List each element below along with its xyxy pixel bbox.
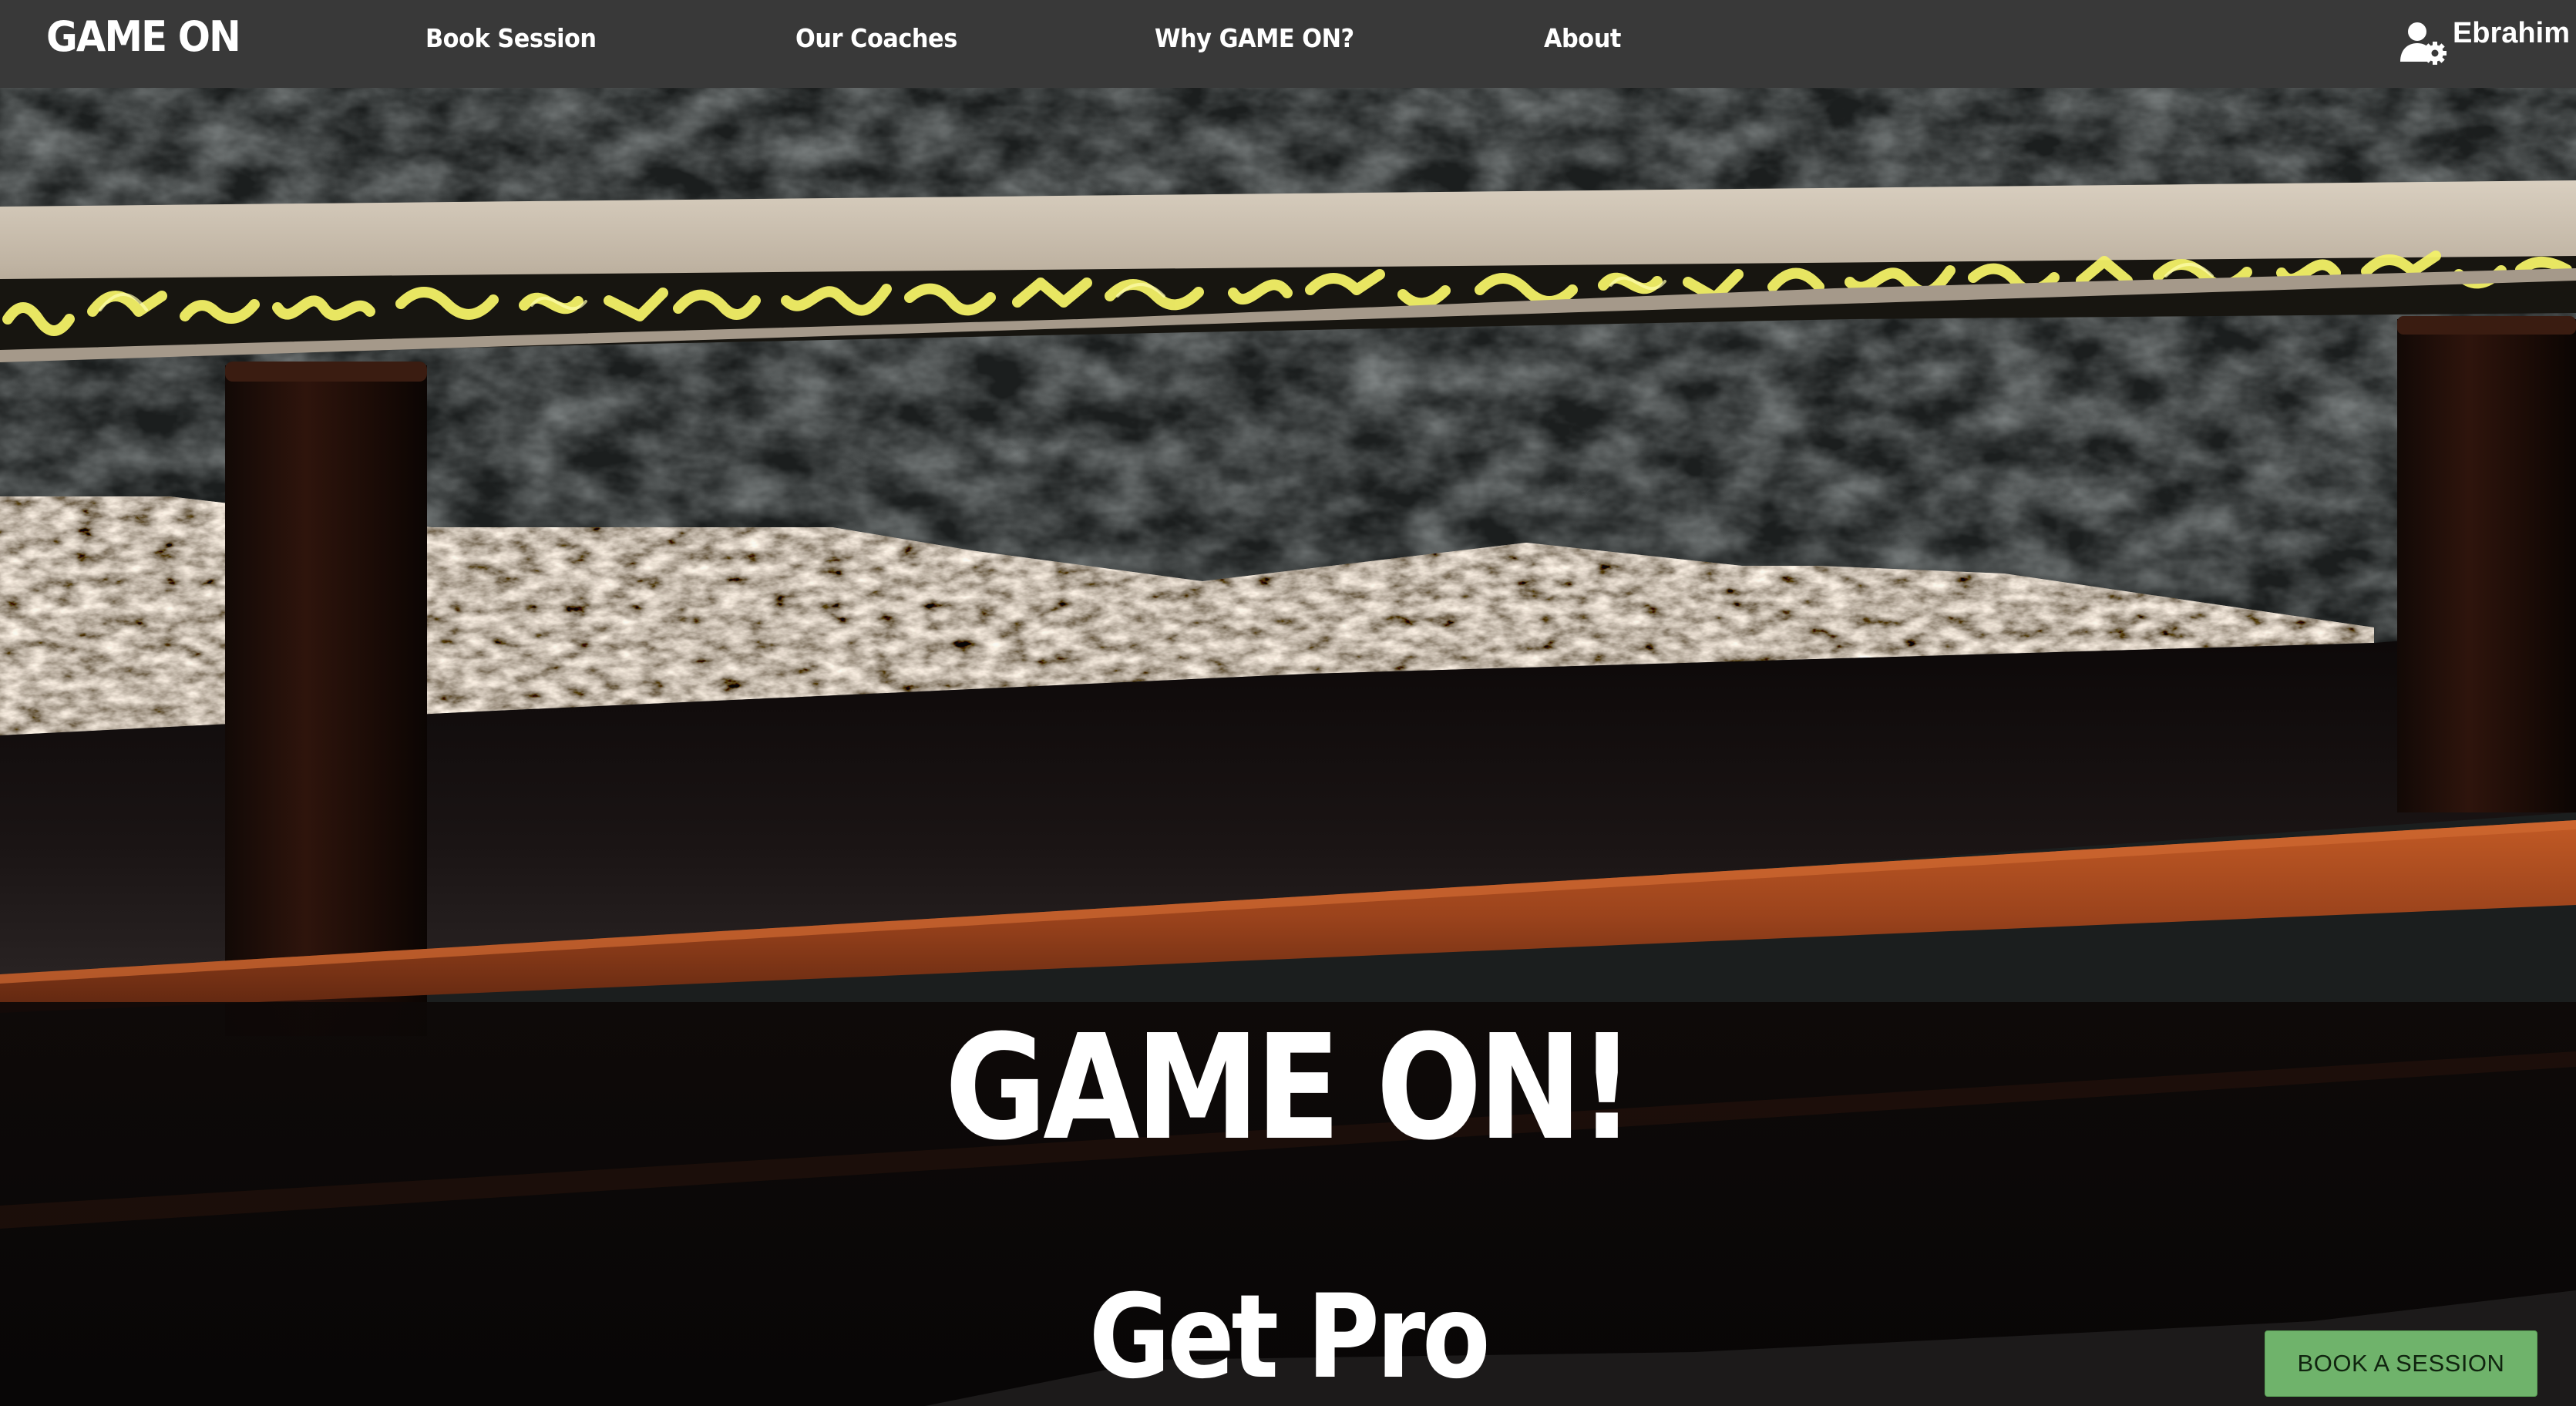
nav-link-why-game-on[interactable]: Why GAME ON?: [1155, 23, 1354, 53]
hero-title: GAME ON!: [944, 1004, 1636, 1172]
hero-subtitle: Get Pro: [1088, 1270, 1491, 1404]
page: GAME ON Book Session Our Coaches Why GAM…: [0, 0, 2576, 1406]
hero-section: GAME ON! Get Pro: [0, 88, 2576, 1406]
nav-link-about[interactable]: About: [1544, 23, 1621, 53]
nav-link-book-session[interactable]: Book Session: [425, 23, 597, 53]
hero-background-image: [0, 88, 2576, 1406]
user-gear-icon: [2399, 22, 2447, 65]
user-name: Ebrahim: [2452, 17, 2570, 49]
book-session-button[interactable]: BOOK A SESSION: [2265, 1330, 2537, 1397]
user-account-menu[interactable]: Ebrahim: [2399, 17, 2570, 66]
top-navbar: GAME ON Book Session Our Coaches Why GAM…: [0, 0, 2576, 88]
nav-link-our-coaches[interactable]: Our Coaches: [795, 23, 957, 53]
brand-logo[interactable]: GAME ON: [46, 12, 241, 61]
